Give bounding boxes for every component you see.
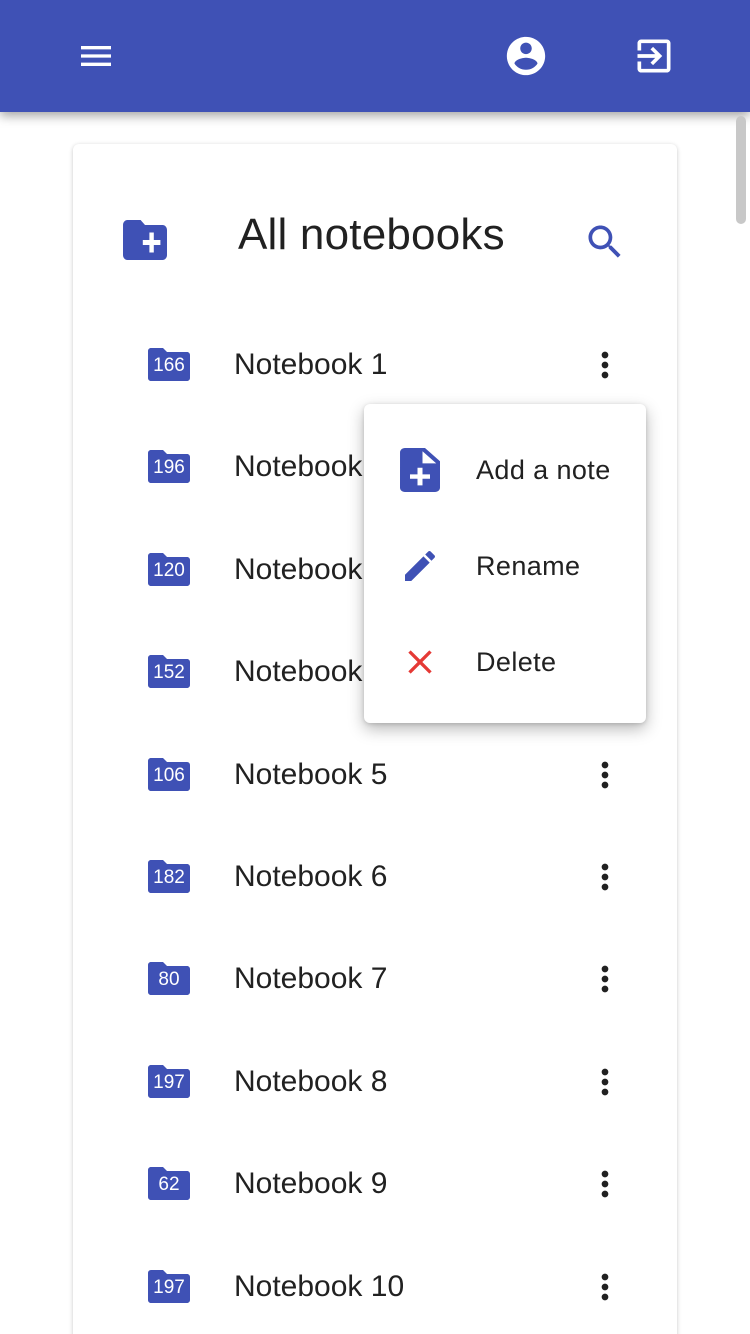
- notebook-row[interactable]: 106 Notebook 5: [73, 725, 677, 827]
- notebook-count-badge: 196: [148, 450, 190, 484]
- notebook-name: Notebook: [234, 450, 363, 484]
- notebook-name: Notebook 10: [234, 1269, 405, 1303]
- notebook-row[interactable]: 197 Notebook 10: [73, 1237, 677, 1334]
- account-circle-icon: [506, 36, 546, 76]
- menu-item-label: Delete: [476, 647, 557, 677]
- scrollbar-thumb[interactable]: [736, 116, 746, 224]
- notebook-count-badge: 152: [148, 655, 190, 689]
- menu-item-rename[interactable]: Rename: [364, 518, 646, 614]
- new-notebook-button[interactable]: [123, 220, 167, 260]
- create-new-folder-icon: [123, 220, 167, 260]
- notebook-name: Notebook 9: [234, 1167, 388, 1201]
- more-vert-icon: [601, 1273, 609, 1300]
- more-vert-icon: [601, 351, 609, 379]
- hamburger-menu-icon: [81, 46, 111, 66]
- notebook-count: 182: [153, 866, 185, 888]
- notebook-count-badge: 197: [148, 1064, 190, 1098]
- page-title: All notebooks: [238, 210, 505, 259]
- exit-icon: [637, 39, 671, 73]
- pencil-icon: [400, 546, 440, 586]
- app-bar: [0, 0, 750, 112]
- close-icon: [400, 642, 440, 682]
- more-vert-icon: [601, 761, 609, 788]
- notebook-context-menu: Add a note Rename Delete: [364, 404, 646, 723]
- more-vert-icon: [601, 1170, 609, 1198]
- search-button[interactable]: [583, 220, 627, 264]
- more-options-button[interactable]: [583, 751, 627, 799]
- notebook-name: Notebook: [234, 655, 363, 689]
- notebook-count-badge: 120: [148, 552, 190, 586]
- notebook-count-badge: 197: [148, 1269, 190, 1303]
- notebook-count-badge: 62: [148, 1167, 190, 1201]
- menu-item-add-note[interactable]: Add a note: [364, 422, 646, 518]
- notebook-row[interactable]: 80 Notebook 7: [73, 929, 677, 1031]
- more-vert-icon: [601, 863, 609, 891]
- more-options-button[interactable]: [583, 955, 627, 1003]
- notebooks-card: All notebooks 166 Notebook 1 196 Noteboo…: [73, 144, 677, 1334]
- notebook-count: 80: [158, 969, 180, 991]
- notebook-count: 166: [153, 355, 185, 376]
- more-vert-icon: [601, 1068, 609, 1096]
- menu-item-delete[interactable]: Delete: [364, 614, 646, 710]
- more-options-button[interactable]: [583, 1160, 627, 1208]
- notebook-name: Notebook 7: [234, 962, 388, 996]
- notebook-count: 196: [153, 457, 185, 479]
- notebook-count: 106: [153, 764, 185, 786]
- menu-item-label: Rename: [476, 551, 581, 581]
- more-options-button[interactable]: [583, 341, 627, 389]
- menu-item-label: Add a note: [476, 455, 611, 485]
- menu-button[interactable]: [68, 28, 124, 84]
- notebook-name: Notebook 1: [234, 348, 388, 381]
- notebook-count-badge: 80: [148, 962, 190, 996]
- notebook-row[interactable]: 62 Notebook 9: [73, 1134, 677, 1236]
- notebook-name: Notebook 6: [234, 859, 388, 893]
- search-icon: [588, 225, 621, 258]
- notebook-count: 62: [158, 1174, 180, 1196]
- more-options-button[interactable]: [583, 853, 627, 901]
- logout-button[interactable]: [626, 28, 682, 84]
- notebook-count-badge: 166: [148, 348, 190, 381]
- more-options-button[interactable]: [583, 1058, 627, 1106]
- notebook-row[interactable]: 197 Notebook 8: [73, 1032, 677, 1134]
- account-button[interactable]: [498, 28, 554, 84]
- more-vert-icon: [601, 966, 609, 993]
- notebook-row[interactable]: 166 Notebook 1: [73, 315, 677, 417]
- notebook-count-badge: 182: [148, 859, 190, 893]
- notebook-name: Notebook 8: [234, 1064, 388, 1098]
- card-header: All notebooks: [73, 144, 677, 334]
- notebook-count: 197: [153, 1276, 185, 1298]
- more-options-button[interactable]: [583, 1263, 627, 1311]
- notebook-count-badge: 106: [148, 757, 190, 791]
- notebook-count: 197: [153, 1071, 185, 1093]
- notebook-count: 120: [153, 559, 185, 581]
- note-add-icon: [400, 448, 440, 492]
- notebook-row[interactable]: 182 Notebook 6: [73, 827, 677, 929]
- notebook-name: Notebook: [234, 552, 363, 586]
- notebook-name: Notebook 5: [234, 757, 388, 791]
- notebook-count: 152: [153, 662, 185, 684]
